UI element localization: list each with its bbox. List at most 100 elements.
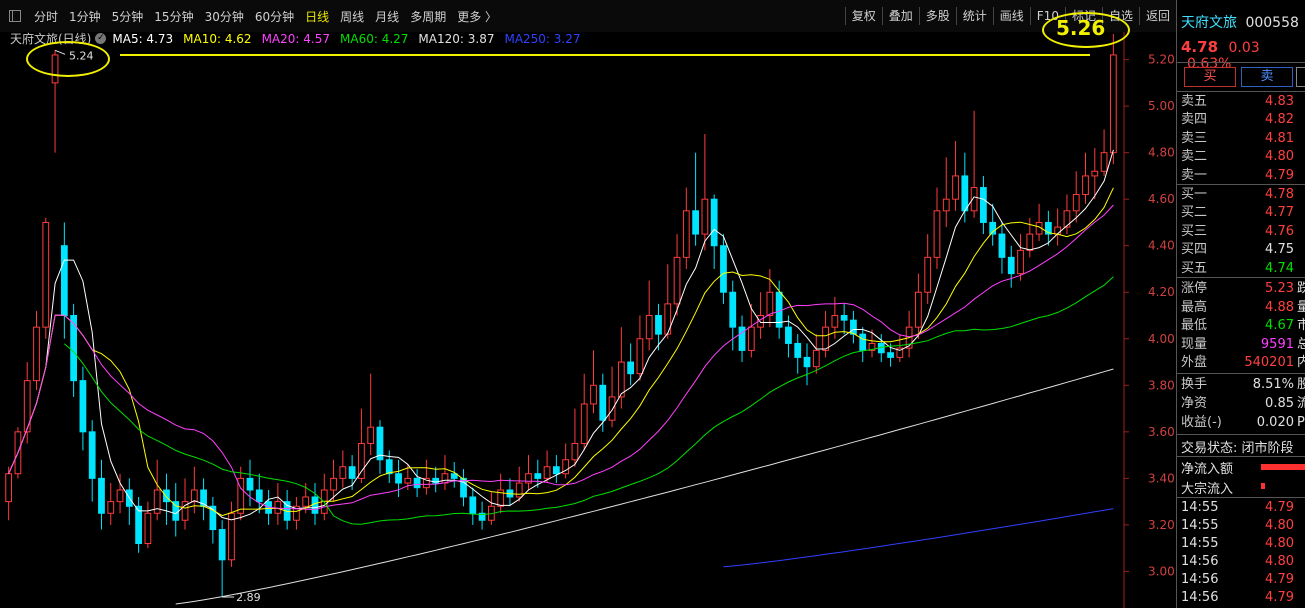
candle-body [1100, 152, 1108, 172]
tab-30min[interactable]: 30分钟 [200, 8, 250, 25]
bid-row: 买二 4.77 [1177, 204, 1305, 222]
stat-row: 最高 4.88 量 [1177, 299, 1305, 317]
tab-weekly[interactable]: 周线 [335, 8, 370, 25]
row-suffix: 股 [1297, 377, 1305, 392]
candle-body [88, 431, 96, 479]
candle-body [571, 442, 579, 461]
candle-body [961, 175, 969, 212]
candle-body [710, 198, 718, 247]
row-label: 卖三 [1181, 130, 1208, 146]
candle-body [190, 489, 198, 503]
ma-legend: 天府文旅(日线) ✓ MA5: 4.73 MA10: 4.62 MA20: 4.… [10, 30, 591, 47]
more-button[interactable] [1296, 67, 1305, 87]
tab-daily[interactable]: 日线 [300, 8, 335, 25]
toolbar: 分时 1分钟 5分钟 15分钟 30分钟 60分钟 日线 周线 月线 多周期 更… [0, 0, 1176, 32]
tab-monthly[interactable]: 月线 [370, 8, 405, 25]
tab-timeshare[interactable]: 分时 [29, 8, 64, 25]
net-flow-bar [1261, 464, 1305, 470]
candle-body [385, 459, 393, 475]
candle-body [163, 489, 170, 503]
row-value: 4.80 [1265, 554, 1294, 569]
ma60-line [63, 276, 1114, 525]
adjust-button[interactable]: 复权 [844, 7, 882, 25]
candle-body [255, 489, 263, 503]
tab-1min[interactable]: 1分钟 [64, 8, 107, 25]
draw-line-button[interactable]: 画线 [992, 7, 1030, 25]
stock-name: 天府文旅 [1181, 15, 1237, 31]
sell-button[interactable]: 卖 [1241, 67, 1293, 87]
block-flow-bar [1261, 483, 1265, 489]
candle-body [515, 482, 523, 498]
candle-body [998, 233, 1006, 258]
candle-body [246, 477, 254, 491]
tab-multi-period[interactable]: 多周期 [405, 8, 452, 25]
stats-button[interactable]: 统计 [955, 7, 993, 25]
y-tick-label: 4.40 [1148, 239, 1175, 253]
y-tick-label: 4.00 [1148, 332, 1175, 346]
multi-stock-button[interactable]: 多股 [918, 7, 956, 25]
row-label: 14:55 [1181, 500, 1219, 515]
row-label: 涨停 [1181, 281, 1208, 296]
row-value: 4.78 [1265, 187, 1294, 202]
y-tick-label: 4.20 [1148, 285, 1175, 299]
row-value: 4.82 [1265, 112, 1294, 128]
kline-chart[interactable]: 5.20 5.00 4.80 4.60 4.40 4.20 4.00 3.80 3.60 3.40… [0, 0, 1176, 608]
candle-body [655, 315, 662, 335]
row-value: 4.79 [1265, 590, 1294, 605]
ask-row: 卖三 4.81 [1177, 130, 1305, 148]
candle-body [79, 380, 87, 433]
candle-body [543, 466, 551, 479]
candle-body [887, 352, 894, 358]
candle-body [580, 403, 588, 444]
candle-body [831, 315, 839, 328]
last-price: 4.78 [1181, 38, 1219, 56]
row-suffix: 流 [1297, 396, 1305, 411]
ask-row: 卖四 4.82 [1177, 111, 1305, 129]
row-value: 4.75 [1265, 242, 1294, 258]
row-label: 最低 [1181, 318, 1208, 334]
row-value: 4.83 [1265, 94, 1294, 109]
row-value: 9591 [1260, 336, 1294, 352]
stat-row: 涨停 5.23 跌 [1177, 280, 1305, 298]
candle-body [738, 326, 746, 351]
row-label: 14:55 [1181, 518, 1219, 533]
candle-body [701, 198, 709, 235]
tab-5min[interactable]: 5分钟 [107, 8, 150, 25]
row-label: 换手 [1181, 377, 1208, 392]
ask-row: 卖五 4.83 [1177, 93, 1305, 111]
row-label: 14:56 [1181, 590, 1219, 605]
tab-60min[interactable]: 60分钟 [250, 8, 300, 25]
quote-panel: 天府文旅 000558 4.78 0.03 0.63% 买 卖 卖五 4.83 卖四… [1176, 0, 1305, 608]
settings-icon[interactable]: ✓ [95, 33, 107, 44]
row-label: 14:55 [1181, 536, 1219, 551]
row-value: 4.79 [1265, 572, 1294, 587]
tab-15min[interactable]: 15分钟 [149, 8, 199, 25]
row-value: 540201 [1244, 355, 1294, 371]
candle-body [812, 349, 820, 368]
stat-row: 现量 9591 总 [1177, 336, 1305, 354]
candle-body [673, 256, 681, 305]
back-button[interactable]: 返回 [1138, 7, 1176, 25]
candle-body [636, 338, 644, 375]
tab-more[interactable]: 更多 〉 [452, 8, 503, 25]
candle-body [348, 466, 356, 479]
buy-button[interactable]: 买 [1184, 67, 1236, 87]
ma20-label: MA20: 4.57 [261, 31, 330, 46]
bid-row: 买三 4.76 [1177, 223, 1305, 241]
overlay-button[interactable]: 叠加 [881, 7, 919, 25]
net-flow-label: 净流入额 [1181, 462, 1234, 477]
candle-body [692, 210, 699, 235]
candle-body [339, 466, 347, 479]
candle-body [617, 361, 625, 398]
candle-body [645, 315, 653, 340]
candle-body [980, 187, 987, 223]
candle-body [627, 361, 635, 375]
row-label: 最高 [1181, 299, 1208, 315]
candle-body [153, 489, 161, 514]
candle-body [1026, 233, 1034, 251]
window-toggle-icon[interactable] [9, 10, 21, 22]
candle-body [1109, 54, 1117, 154]
y-tick-label: 3.20 [1148, 518, 1175, 532]
candle-body [311, 496, 319, 514]
row-value: 4.80 [1265, 149, 1294, 165]
